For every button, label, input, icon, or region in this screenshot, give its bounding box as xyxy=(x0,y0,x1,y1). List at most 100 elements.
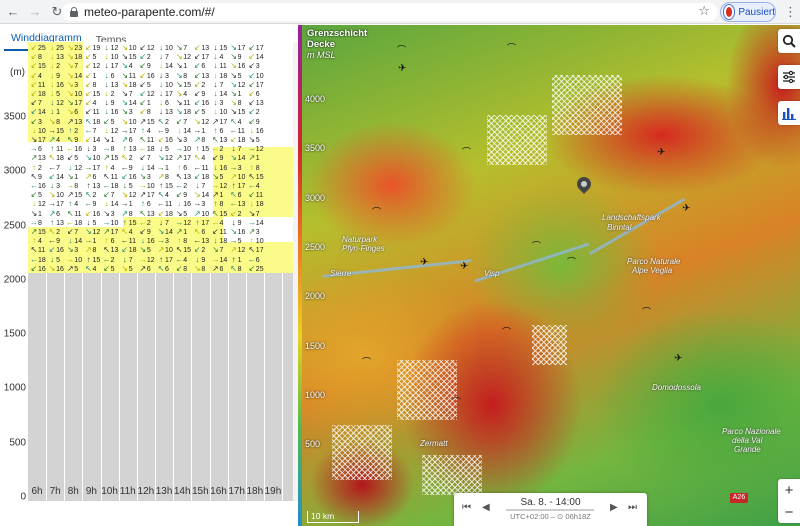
wind-cell: ↘12 xyxy=(230,79,246,89)
wind-cell: ↓ 16 xyxy=(50,79,64,89)
wind-cell: ↓ 7 xyxy=(159,217,169,227)
wind-cell: ↓ 3 xyxy=(86,144,97,154)
location-pin-icon[interactable] xyxy=(577,177,591,197)
wind-cell: ↓ 3 xyxy=(50,181,61,190)
wind-cell: ↖6 xyxy=(157,263,169,273)
wind-cell: ↖4 xyxy=(230,116,242,126)
wind-cell: ↘5 xyxy=(248,135,260,144)
wind-cell: ↓ 5 xyxy=(50,254,61,264)
wind-cell: →14 xyxy=(247,217,264,227)
hour-tick: 18h xyxy=(246,486,264,497)
wind-cell: ↓ 13 xyxy=(159,107,173,117)
wind-cell: ←9 xyxy=(84,199,97,209)
bookmark-star-icon[interactable]: ☆ xyxy=(698,3,710,19)
map-value-scale: 4000 3500 3000 2500 2000 1500 1000 500 xyxy=(302,51,325,526)
wind-cell: ↙5 xyxy=(103,116,115,126)
map-view[interactable]: Grenzschicht Decke m MSL 4000 3500 3000 250… xyxy=(302,25,800,526)
map-place-label: Alpe Veglia xyxy=(632,266,673,275)
wind-cell: ↙2 xyxy=(139,52,151,62)
wind-cell: ↙12 xyxy=(139,43,155,52)
wind-cell: ↑ 4 xyxy=(104,162,115,172)
wind-cell: ←9 xyxy=(120,162,133,172)
wind-cell: ↘5 xyxy=(212,171,224,181)
wind-cell: ↙18 xyxy=(193,171,210,181)
layer-settings-button[interactable] xyxy=(778,65,800,89)
wind-cell: ↙10 xyxy=(248,70,264,80)
wind-cell: ↙5 xyxy=(103,263,115,273)
wind-cell: ↓ 10 xyxy=(213,107,228,117)
wind-cell: ↖2 xyxy=(121,153,133,163)
wind-cell: →17 xyxy=(48,199,64,209)
wind-cell: →14 xyxy=(211,254,228,264)
wind-cell: ↓ 14 xyxy=(140,162,155,172)
wind-cell: ↘7 xyxy=(175,43,188,52)
wind-cell: ↘12 xyxy=(175,52,191,62)
wind-cell: ↙14 xyxy=(248,52,264,62)
wind-cell: ↓ 12 xyxy=(68,162,83,172)
step-forward-icon[interactable]: ▶ xyxy=(610,502,618,513)
wind-cell: ↓ 12 xyxy=(32,199,46,209)
chart-button[interactable] xyxy=(778,101,800,125)
launch-site-icon: ⌒ xyxy=(502,327,512,337)
wind-cell: ↙16 xyxy=(139,70,155,80)
wind-cell: ↙16 xyxy=(85,208,101,218)
forward-arrow-icon[interactable]: → xyxy=(26,3,44,21)
wind-cell: ↘1 xyxy=(230,89,242,98)
wind-cell: →8 xyxy=(102,144,115,154)
browser-menu-icon[interactable]: ⋮ xyxy=(784,4,797,20)
zoom-out-button[interactable]: − xyxy=(778,501,800,523)
wind-cell: ↙7 xyxy=(66,227,79,236)
skip-last-icon[interactable]: ⏭ xyxy=(628,502,637,513)
wind-cell: ↓ 14 xyxy=(104,199,119,209)
wind-cell: ↓ 18 xyxy=(213,70,228,80)
wind-cell: ↘14 xyxy=(66,70,83,80)
wind-cell: ↗15 xyxy=(66,190,83,200)
address-bar[interactable]: meteo-parapente.com/#/ xyxy=(62,3,718,21)
wind-cell: ↗17 xyxy=(103,227,119,236)
wind-cell: ↑ 10 xyxy=(249,236,264,246)
wind-cell: ←11 xyxy=(157,199,173,209)
wind-cell: ↙2 xyxy=(193,79,206,89)
zoom-in-button[interactable]: + xyxy=(778,479,800,501)
back-arrow-icon[interactable]: ← xyxy=(4,3,22,21)
wind-cell: ↓ 2 xyxy=(50,61,61,71)
wind-cell: ↘3 xyxy=(66,245,79,255)
wind-cell: →1 xyxy=(84,236,97,246)
hour-tick: 9h xyxy=(85,486,97,497)
wind-cell: ↘5 xyxy=(175,208,188,218)
wind-cell: ↑ 1 xyxy=(231,254,242,264)
wind-cell: ↓ 10 xyxy=(159,43,173,52)
wind-cell: ↗15 xyxy=(139,116,155,126)
wind-cell: ↘4 xyxy=(175,89,188,98)
wind-cell: ↗8 xyxy=(121,208,133,218)
lock-icon xyxy=(70,7,78,17)
search-button[interactable] xyxy=(778,29,800,53)
wind-cell: ↙11 xyxy=(30,79,46,89)
hatch-area xyxy=(422,455,482,495)
altitude-tick: 3000 xyxy=(3,165,26,177)
wind-cell: ↓ 5 xyxy=(86,217,97,227)
wind-cell: ↘14 xyxy=(193,190,210,200)
wind-cell: ↙5 xyxy=(66,153,79,163)
wind-cell: ↘12 xyxy=(121,190,137,200)
wind-cell: ←4 xyxy=(247,181,260,190)
url-text: meteo-parapente.com/#/ xyxy=(84,5,215,19)
wind-cell: ↓ 5 xyxy=(122,181,133,190)
wind-cell: ↑ 11 xyxy=(50,144,64,154)
wind-cell: ↖9 xyxy=(66,135,79,144)
hour-tick: 6h xyxy=(31,486,43,497)
hatch-area xyxy=(552,75,622,135)
map-place-label: Sierre xyxy=(330,269,352,278)
wind-cell: →3 xyxy=(157,236,169,246)
wind-cell: ↓ 9 xyxy=(195,254,206,264)
time-slider[interactable] xyxy=(506,509,594,511)
wind-cell: ↘17 xyxy=(30,135,46,144)
map-scale-tick: 2000 xyxy=(305,291,326,302)
profile-button[interactable]: Pausiert xyxy=(720,2,776,22)
hour-tick: 15h xyxy=(192,486,209,497)
wind-cell: ↖6 xyxy=(193,227,206,236)
wind-cell: ←11 xyxy=(229,125,245,135)
launch-site-icon: ⌒ xyxy=(372,207,382,217)
wind-cell: ↘5 xyxy=(121,263,133,273)
hatch-area xyxy=(532,325,567,365)
